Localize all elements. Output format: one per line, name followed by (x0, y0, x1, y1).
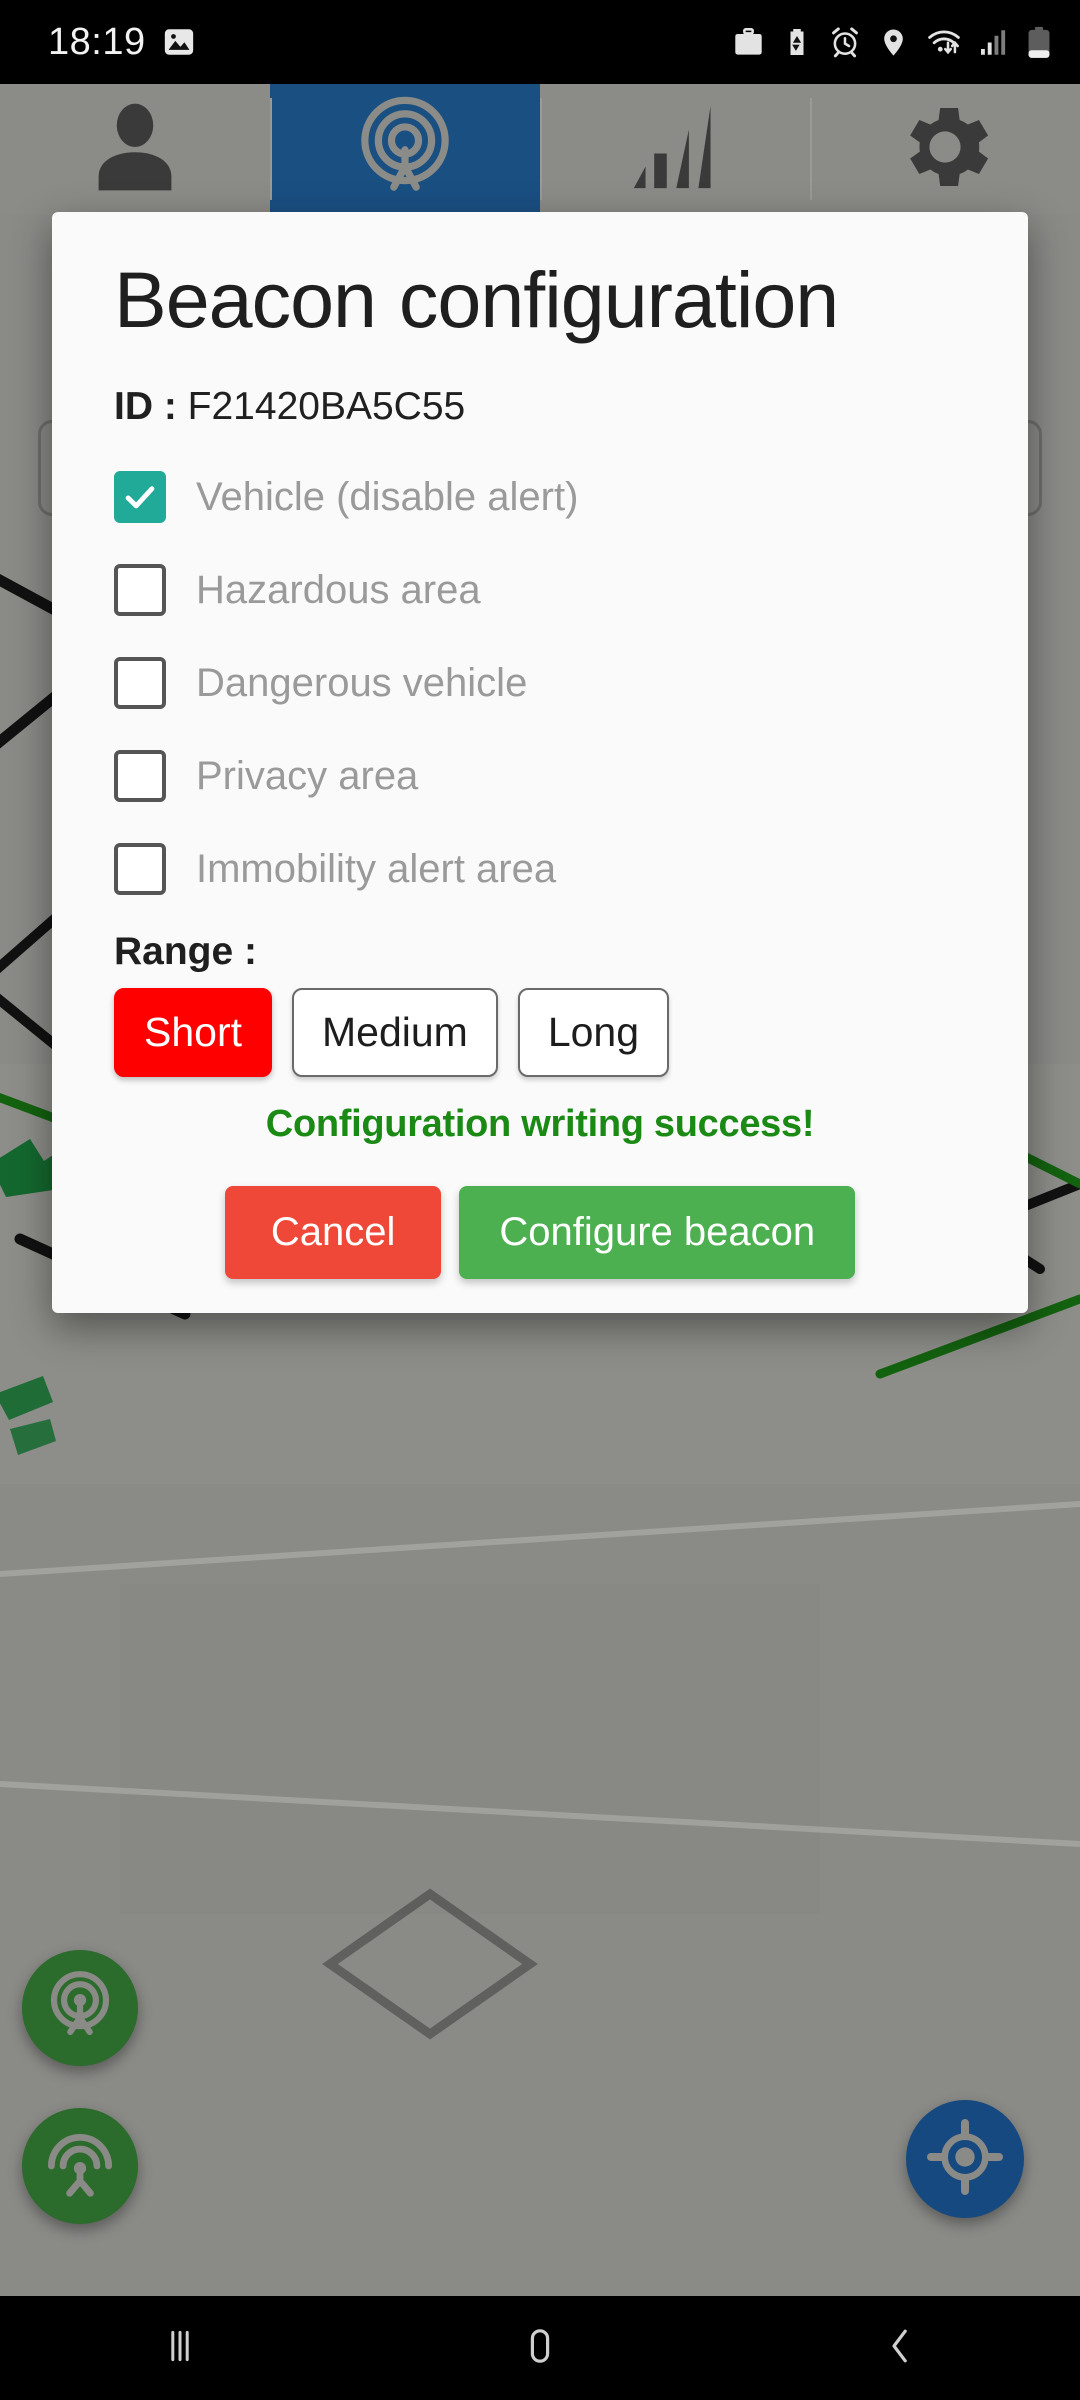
home-icon (516, 2322, 564, 2375)
tab-beacons[interactable] (270, 84, 540, 214)
option-label-hazardous-area: Hazardous area (196, 567, 481, 612)
broadcast-tower-icon (41, 2125, 119, 2208)
configure-beacon-button[interactable]: Configure beacon (459, 1185, 856, 1279)
status-bar-clock: 18:19 (48, 20, 146, 63)
option-row-hazardous-area[interactable]: Hazardous area (114, 544, 966, 637)
work-profile-briefcase-icon (732, 26, 765, 59)
person-icon (83, 95, 187, 204)
alarm-icon (829, 26, 861, 58)
range-label: Range : (114, 929, 258, 973)
tab-signal[interactable] (540, 84, 810, 214)
cellular-signal-icon (979, 27, 1009, 58)
option-row-vehicle[interactable]: Vehicle (disable alert) (114, 451, 966, 544)
location-icon (878, 27, 909, 58)
wifi-icon (926, 26, 962, 58)
checkbox-dangerous-vehicle[interactable] (114, 657, 166, 710)
cancel-button[interactable]: Cancel (224, 1185, 442, 1279)
option-row-privacy-area[interactable]: Privacy area (114, 730, 966, 823)
screenshot-icon (162, 25, 196, 59)
tab-profile[interactable] (0, 84, 270, 214)
top-tab-bar (0, 84, 1080, 214)
recents-icon (156, 2322, 204, 2375)
status-message: Configuration writing success! (265, 1102, 815, 1145)
back-button[interactable] (720, 2322, 1080, 2375)
my-location-fab[interactable] (906, 2100, 1024, 2218)
beacon-emit-fab[interactable] (22, 2108, 138, 2224)
checkbox-hazardous-area[interactable] (114, 564, 166, 617)
phone-screen: Beacon configuration ID : F21420BA5C55 V… (0, 0, 1080, 2400)
battery-saver-icon (782, 27, 812, 57)
android-nav-bar (0, 2296, 1080, 2400)
beacon-id-label: ID : (114, 384, 177, 428)
recents-button[interactable] (0, 2322, 360, 2375)
beacon-scan-fab[interactable] (22, 1950, 138, 2066)
checkbox-vehicle[interactable] (114, 471, 166, 524)
my-location-icon (925, 2117, 1005, 2202)
beacon-id-value: F21420BA5C55 (187, 384, 466, 428)
option-row-dangerous-vehicle[interactable]: Dangerous vehicle (114, 637, 966, 730)
option-row-immobility-alert-area[interactable]: Immobility alert area (114, 823, 966, 916)
option-label-dangerous-vehicle: Dangerous vehicle (196, 660, 528, 705)
battery-icon (1026, 26, 1052, 59)
beacon-icon (349, 91, 461, 208)
option-label-vehicle: Vehicle (disable alert) (196, 474, 579, 519)
gear-icon (890, 92, 1000, 207)
status-bar-right (732, 26, 1052, 59)
checkbox-privacy-area[interactable] (114, 750, 166, 803)
option-label-privacy-area: Privacy area (196, 753, 419, 798)
option-label-immobility-alert-area: Immobility alert area (196, 846, 557, 891)
signal-bars-icon (623, 95, 727, 204)
checkbox-immobility-alert-area[interactable] (114, 843, 166, 896)
beacon-configuration-dialog: Beacon configuration ID : F21420BA5C55 V… (52, 212, 1028, 1313)
home-button[interactable] (360, 2322, 720, 2375)
dialog-actions: Cancel Configure beacon (114, 1185, 966, 1279)
tab-settings[interactable] (810, 84, 1080, 214)
back-icon (876, 2322, 924, 2375)
beacon-id-row: ID : F21420BA5C55 (114, 385, 966, 429)
status-bar: 18:19 (0, 0, 1080, 84)
dialog-title: Beacon configuration (114, 255, 839, 344)
beacon-icon (41, 1967, 119, 2050)
beacon-type-options: Vehicle (disable alert) Hazardous area D… (114, 451, 966, 916)
range-option-long[interactable]: Long (517, 987, 670, 1077)
range-option-medium[interactable]: Medium (292, 987, 498, 1077)
range-selector: Short Medium Long (114, 987, 966, 1077)
status-bar-left: 18:19 (48, 21, 196, 64)
range-option-short[interactable]: Short (114, 987, 272, 1077)
